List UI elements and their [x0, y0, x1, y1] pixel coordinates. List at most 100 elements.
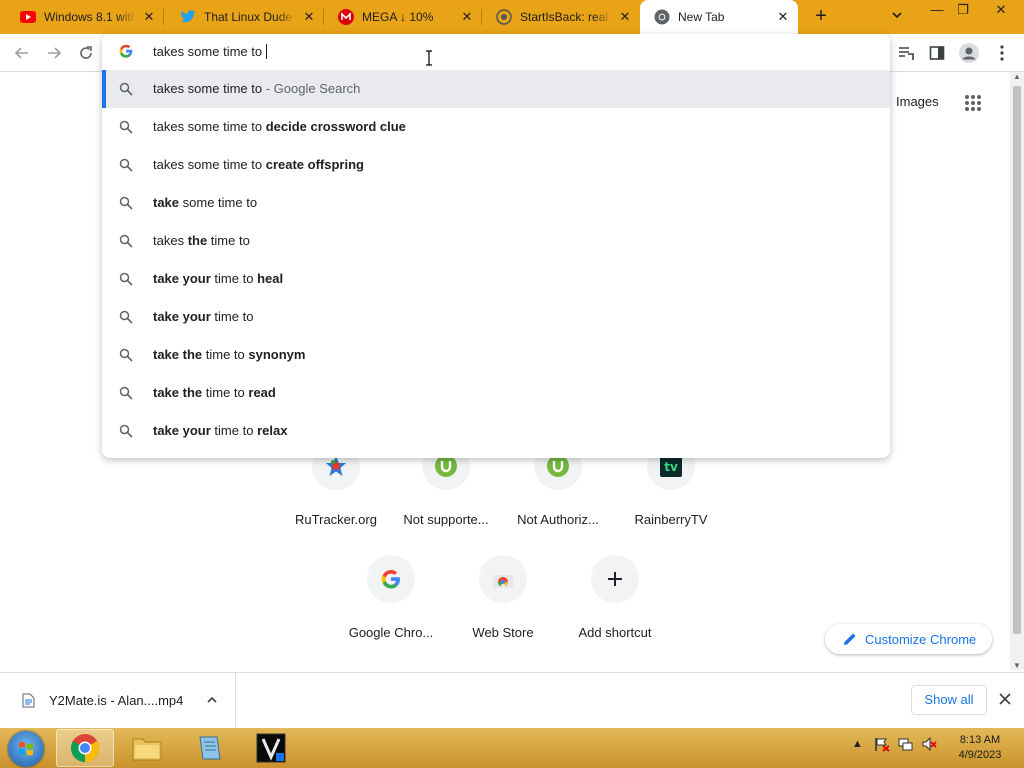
omnibox-query: takes some time to — [153, 44, 263, 59]
omnibox-suggestion[interactable]: takes some time to - Google Search — [102, 70, 890, 108]
omnibox-suggestion[interactable]: takes some time to decide crossword clue — [102, 108, 890, 146]
mega-icon — [338, 9, 354, 25]
show-all-button[interactable]: Show all — [911, 685, 987, 715]
close-icon[interactable] — [998, 692, 1014, 708]
tab-title: New Tab — [678, 10, 725, 24]
suggestion-text: takes some time to - Google Search — [153, 81, 360, 96]
back-button[interactable] — [11, 42, 33, 64]
taskbar-chrome[interactable] — [56, 729, 114, 767]
customize-chrome-button[interactable]: Customize Chrome — [825, 624, 993, 654]
volume-muted-icon[interactable] — [921, 736, 937, 755]
system-clock[interactable]: 8:13 AM 4/9/2023 — [948, 733, 1012, 763]
omnibox-suggestion[interactable]: take some time to — [102, 184, 890, 222]
tab-mega[interactable]: MEGA ↓ 10% ✕ — [318, 0, 482, 34]
suggestion-text-part: time to — [202, 347, 249, 362]
shortcut-label: Add shortcut — [578, 625, 652, 640]
omnibox-dropdown: takes some time to takes some time to - … — [102, 34, 890, 458]
youtube-icon — [20, 9, 36, 25]
customize-chrome-label: Customize Chrome — [865, 631, 977, 647]
scroll-down-icon[interactable]: ▼ — [1013, 661, 1021, 670]
tab-close-icon[interactable]: ✕ — [300, 8, 318, 26]
action-center-icon[interactable] — [874, 736, 890, 755]
new-tab-button[interactable]: + — [809, 5, 833, 29]
images-link[interactable]: Images — [896, 94, 939, 109]
suggestion-text-part: relax — [257, 423, 288, 438]
tab-startisback[interactable]: StartIsBack: real s ✕ — [476, 0, 640, 34]
chevron-up-icon[interactable] — [206, 694, 218, 706]
windows-logo-icon — [19, 742, 33, 756]
chrome-icon — [654, 9, 670, 25]
tab-close-icon[interactable]: ✕ — [616, 8, 634, 26]
omnibox-suggestion[interactable]: take your time to relax — [102, 412, 890, 450]
omnibox-suggestion[interactable]: take your time to — [102, 298, 890, 336]
reload-button[interactable] — [75, 42, 97, 64]
suggestion-list: takes some time to - Google Search takes … — [102, 70, 890, 450]
shortcut-label: Not Authoriz... — [517, 512, 599, 527]
apps-grid-icon[interactable] — [964, 94, 982, 112]
chrome-menu-button[interactable] — [991, 42, 1013, 64]
close-window-button[interactable]: ✕ — [984, 0, 1018, 22]
add-shortcut-button[interactable]: Add shortcut — [559, 555, 671, 640]
omnibox-suggestion[interactable]: takes some time to create offspring — [102, 146, 890, 184]
tab-close-icon[interactable]: ✕ — [774, 8, 792, 26]
shortcut-tile[interactable]: Google Chro... — [335, 555, 447, 640]
tab-title: StartIsBack: real s — [520, 10, 612, 24]
chevron-down-icon[interactable] — [890, 8, 908, 26]
suggestion-text: take your time to — [153, 309, 253, 324]
profile-button[interactable] — [958, 42, 980, 64]
tab-twitter[interactable]: That Linux Dude ✕ — [160, 0, 324, 34]
file-icon — [22, 693, 35, 708]
suggestion-text-part: take — [153, 195, 180, 210]
suggestion-text-part: synonym — [248, 347, 306, 362]
tab-strip: Windows 8.1 with ✕ That Linux Dude ✕ MEG… — [0, 0, 1024, 34]
address-bar[interactable]: takes some time to — [102, 34, 890, 70]
omnibox-suggestion[interactable]: takes the time to — [102, 222, 890, 260]
suggestion-text: takes the time to — [153, 233, 250, 248]
reading-list-button[interactable] — [895, 42, 917, 64]
suggestion-text-part: take your — [153, 271, 211, 286]
suggestion-description: - Google Search — [262, 81, 361, 96]
omnibox-suggestion[interactable]: take the time to read — [102, 374, 890, 412]
shortcut-label: RainberryTV — [634, 512, 708, 527]
suggestion-text-part: some time to — [179, 195, 258, 210]
omnibox-suggestion[interactable]: take your time to heal — [102, 260, 890, 298]
scrollbar-thumb[interactable] — [1013, 86, 1021, 634]
suggestion-text: take the time to read — [153, 385, 276, 400]
taskbar-notepad[interactable] — [180, 729, 238, 767]
shortcut-tile[interactable]: Web Store — [447, 555, 559, 640]
page-scrollbar[interactable]: ▲ ▼ — [1010, 72, 1024, 670]
suggestion-text-part: take the — [153, 385, 203, 400]
google-icon — [367, 555, 415, 603]
pencil-icon — [844, 633, 856, 645]
start-button[interactable] — [8, 731, 44, 767]
vegas-icon — [256, 733, 286, 763]
search-icon — [119, 348, 133, 362]
omnibox-suggestion[interactable]: take the time to synonym — [102, 336, 890, 374]
search-icon — [119, 196, 133, 210]
download-file-name: Y2Mate.is - Alan....mp4 — [49, 693, 184, 708]
side-panel-button[interactable] — [926, 42, 948, 64]
search-icon — [119, 386, 133, 400]
search-icon — [119, 82, 133, 96]
google-g-icon — [119, 44, 133, 61]
taskbar-vegas[interactable] — [242, 729, 300, 767]
reading-list-icon — [899, 47, 914, 60]
network-icon[interactable] — [898, 736, 914, 755]
ibeam-cursor-icon — [424, 50, 434, 66]
suggestion-text-part: the — [187, 233, 208, 248]
tab-close-icon[interactable]: ✕ — [140, 8, 158, 26]
taskbar-explorer[interactable] — [118, 729, 176, 767]
omnibox-input[interactable]: takes some time to — [153, 44, 268, 59]
suggestion-text-part: take your — [153, 423, 211, 438]
tab-youtube[interactable]: Windows 8.1 with ✕ — [0, 0, 164, 34]
scroll-up-icon[interactable]: ▲ — [1013, 72, 1021, 81]
kebab-menu-icon — [1000, 45, 1004, 61]
tab-new-tab[interactable]: New Tab ✕ — [640, 0, 798, 34]
download-item[interactable]: Y2Mate.is - Alan....mp4 — [0, 673, 236, 727]
chrome-icon — [71, 734, 99, 762]
tab-close-icon[interactable]: ✕ — [458, 8, 476, 26]
clock-time: 8:13 AM — [959, 734, 1001, 746]
forward-button[interactable] — [43, 42, 65, 64]
show-hidden-icons[interactable]: ▲ — [852, 738, 863, 750]
restore-button[interactable]: ❐ — [948, 0, 978, 22]
